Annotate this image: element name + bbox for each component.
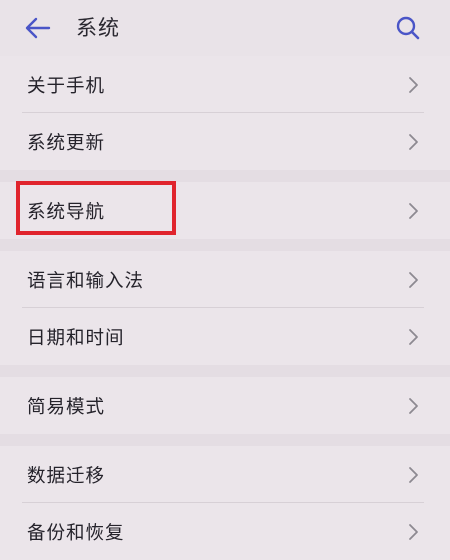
settings-item-date-time[interactable]: 日期和时间 [0, 308, 450, 365]
settings-item-label: 数据迁移 [27, 465, 106, 487]
settings-item-system-update[interactable]: 系统更新 [0, 113, 450, 170]
group-gap [0, 239, 450, 251]
chevron-right-icon [406, 75, 422, 95]
search-icon [396, 16, 420, 40]
settings-item-label: 系统导航 [27, 201, 106, 223]
settings-item-about-phone[interactable]: 关于手机 [0, 56, 450, 113]
settings-list: 关于手机 系统更新 系统导航 语言和输入法 日期和时间 简易模式 数据迁移 备份… [0, 56, 450, 560]
chevron-right-icon [406, 465, 422, 485]
page-title: 系统 [76, 16, 120, 40]
settings-item-label: 备份和恢复 [27, 522, 125, 544]
chevron-right-icon [406, 327, 422, 347]
settings-item-simple-mode[interactable]: 简易模式 [0, 377, 450, 434]
arrow-left-icon [25, 17, 51, 39]
group-gap [0, 365, 450, 377]
settings-group: 数据迁移 备份和恢复 [0, 446, 450, 560]
settings-group: 关于手机 系统更新 [0, 56, 450, 170]
settings-item-label: 语言和输入法 [27, 270, 145, 292]
settings-item-label: 日期和时间 [27, 327, 125, 349]
settings-group: 语言和输入法 日期和时间 [0, 251, 450, 365]
chevron-right-icon [406, 396, 422, 416]
chevron-right-icon [406, 270, 422, 290]
settings-item-system-navigation[interactable]: 系统导航 [0, 182, 450, 239]
settings-item-data-migration[interactable]: 数据迁移 [0, 446, 450, 503]
chevron-right-icon [406, 522, 422, 542]
settings-item-label: 简易模式 [27, 396, 106, 418]
settings-item-backup-restore[interactable]: 备份和恢复 [0, 503, 450, 560]
search-button[interactable] [390, 12, 426, 44]
group-gap [0, 434, 450, 446]
settings-item-language-input[interactable]: 语言和输入法 [0, 251, 450, 308]
settings-item-label: 系统更新 [27, 132, 106, 154]
chevron-right-icon [406, 132, 422, 152]
app-bar: 系统 [0, 0, 450, 56]
settings-group: 简易模式 [0, 377, 450, 434]
chevron-right-icon [406, 201, 422, 221]
group-gap [0, 170, 450, 182]
settings-item-label: 关于手机 [27, 75, 106, 97]
back-button[interactable] [18, 12, 58, 44]
settings-group: 系统导航 [0, 182, 450, 239]
